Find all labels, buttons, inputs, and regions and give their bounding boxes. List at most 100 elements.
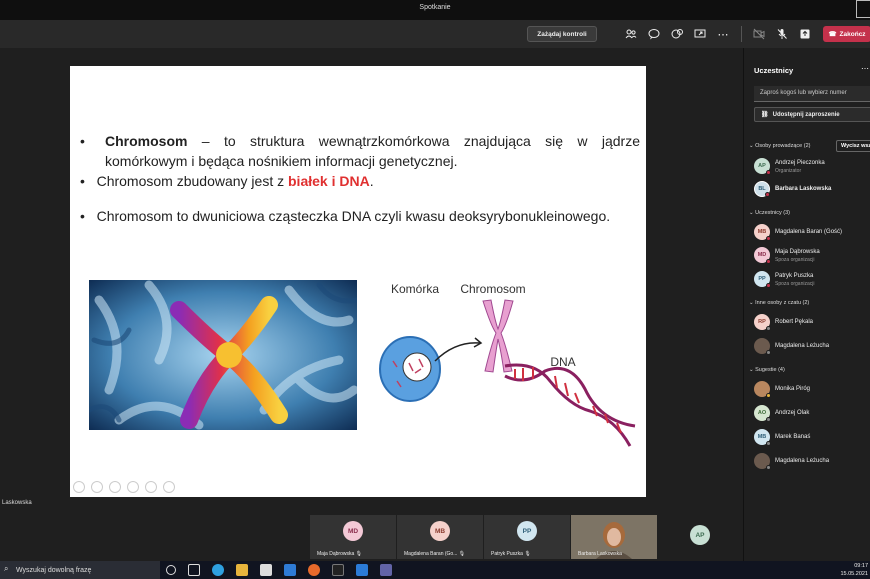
- avatar-initials: PP: [522, 527, 532, 535]
- store-icon[interactable]: [260, 564, 272, 576]
- avatar: RP: [754, 314, 771, 331]
- participant-item[interactable]: AO Andrzej Olak: [754, 405, 870, 425]
- status-dot: [766, 326, 771, 331]
- slide-next-icon[interactable]: [91, 481, 103, 493]
- clock-date: 15.05.2021: [840, 571, 868, 577]
- file-explorer-icon[interactable]: [236, 564, 248, 576]
- participants-panel: Uczestnicy ⋯ Zaproś kogoś lub wybierz nu…: [743, 48, 870, 561]
- firefox-icon[interactable]: [308, 564, 320, 576]
- video-tile[interactable]: PP Patryk Puszka 🎙: [484, 515, 570, 559]
- slide-more-icon[interactable]: [163, 481, 175, 493]
- mute-all-button[interactable]: Wycisz wszystkich: [836, 140, 870, 152]
- participant-item[interactable]: Magdalena Leżucha: [754, 453, 870, 473]
- avatar: AP: [754, 158, 771, 175]
- section-chat-people[interactable]: ⌄ Inne osoby z czatu (2): [749, 300, 809, 306]
- share-screen-icon[interactable]: [693, 27, 707, 41]
- share-tray-icon[interactable]: [798, 27, 812, 41]
- participant-item[interactable]: BL Barbara Laskowska: [754, 181, 870, 201]
- mic-off-icon: 🎙: [458, 551, 466, 557]
- participant-item[interactable]: PP Patryk Puszka Spoza organizacji: [754, 271, 870, 291]
- search-icon: ⌕: [4, 564, 9, 573]
- end-call-button[interactable]: ☎ Zakończ: [823, 26, 870, 42]
- cortana-icon[interactable]: [166, 565, 176, 575]
- section-label: Sugestie (4): [755, 367, 785, 373]
- participant-item[interactable]: MB Magdalena Baran (Gość): [754, 224, 870, 244]
- edge-icon[interactable]: [212, 564, 224, 576]
- avatar-initials: RP: [758, 319, 766, 325]
- bullet-dot: •: [80, 208, 97, 224]
- avatar: [754, 381, 771, 398]
- request-control-button[interactable]: Zażądaj kontroli: [527, 26, 597, 42]
- video-tile-camera[interactable]: Barbara Laskowska: [571, 515, 657, 559]
- window-restore-button[interactable]: [856, 0, 870, 18]
- avatar-initials: PP: [758, 276, 766, 282]
- slide-prev-icon[interactable]: [73, 481, 85, 493]
- vscode-icon[interactable]: [356, 564, 368, 576]
- reactions-icon[interactable]: [670, 27, 684, 41]
- slide-pointer-icon[interactable]: [127, 481, 139, 493]
- participant-item[interactable]: AP Andrzej Pieczonka Organizator: [754, 158, 870, 178]
- avatar: PP: [754, 271, 771, 288]
- section-attendees[interactable]: ⌄ Uczestnicy (3): [749, 210, 790, 216]
- avatar-initials: MD: [347, 527, 359, 535]
- participant-item[interactable]: Magdalena Leżucha: [754, 338, 870, 358]
- taskbar-search[interactable]: ⌕ Wyszukaj dowolną frazę: [0, 561, 160, 579]
- avatar-initials: MB: [757, 229, 767, 235]
- status-dot: [766, 283, 771, 288]
- dna-label: DNA: [550, 355, 575, 369]
- avatar: MB: [754, 224, 771, 241]
- section-suggestions[interactable]: ⌄ Sugestie (4): [749, 367, 785, 373]
- cell-label: Komórka: [391, 282, 439, 296]
- section-label: Osoby prowadzące (2): [755, 143, 811, 149]
- section-label: Inne osoby z czatu (2): [755, 300, 810, 306]
- tile-name: Barbara Laskowska: [578, 551, 622, 557]
- status-dot: [765, 192, 770, 197]
- participant-item[interactable]: RP Robert Pękala: [754, 314, 870, 334]
- slide-zoom-icon[interactable]: [145, 481, 157, 493]
- toolbar-divider: [741, 26, 742, 42]
- system-clock[interactable]: 09:17 15.05.2021: [840, 562, 868, 578]
- avatar[interactable]: AP: [690, 525, 710, 545]
- mail-icon[interactable]: [284, 564, 296, 576]
- video-tile[interactable]: MD Maja Dąbrowska 🎙: [310, 515, 396, 559]
- mic-off-icon: 🎙: [524, 551, 531, 557]
- avatar: MB: [754, 429, 771, 446]
- more-actions-icon[interactable]: ⋯: [716, 27, 730, 41]
- avatar-initials: BL: [758, 186, 766, 192]
- chat-icon[interactable]: [647, 27, 661, 41]
- microphone-off-icon[interactable]: [775, 27, 789, 41]
- participant-name: Barbara Laskowska: [775, 186, 832, 192]
- participant-role: Spoza organizacji: [775, 281, 815, 287]
- status-dot: [766, 417, 771, 422]
- avatar-initials: MD: [757, 252, 767, 258]
- participant-item[interactable]: MD Maja Dąbrowska Spoza organizacji: [754, 247, 870, 267]
- title-bar: Spotkanie: [0, 0, 870, 20]
- avatar-initials: MB: [757, 434, 767, 440]
- terminal-icon[interactable]: [332, 564, 344, 576]
- slide-pen-icon[interactable]: [109, 481, 121, 493]
- participant-item[interactable]: Monika Piróg: [754, 381, 870, 401]
- participant-name: Monika Piróg: [775, 386, 811, 392]
- share-invite-button[interactable]: ⛓ Udostępnij zaproszenie: [754, 107, 870, 122]
- status-dot: [766, 393, 771, 398]
- task-view-icon[interactable]: [188, 564, 200, 576]
- chromosome-label: Chromosom: [460, 282, 525, 296]
- tile-name: Maja Dąbrowska 🎙: [317, 551, 362, 557]
- teams-icon[interactable]: [380, 564, 392, 576]
- chromosome-illustration: [89, 280, 357, 430]
- status-dot: [766, 441, 771, 446]
- participant-item[interactable]: MB Marek Banaś: [754, 429, 870, 449]
- avatar: [754, 453, 771, 470]
- avatar-initials: AO: [757, 410, 767, 416]
- participants-icon[interactable]: [624, 27, 638, 41]
- avatar: PP: [517, 521, 537, 541]
- status-dot: [766, 350, 771, 355]
- bullet-dot: •: [80, 133, 85, 149]
- link-icon: ⛓: [761, 112, 769, 118]
- invite-input[interactable]: Zaproś kogoś lub wybierz numer: [754, 86, 870, 102]
- section-presenters[interactable]: ⌄ Osoby prowadzące (2): [749, 143, 810, 149]
- avatar: AO: [754, 405, 771, 422]
- video-tile[interactable]: MB Magdalena Baran (Go... 🎙: [397, 515, 483, 559]
- panel-more-icon[interactable]: ⋯: [861, 64, 869, 73]
- camera-off-icon[interactable]: [752, 27, 766, 41]
